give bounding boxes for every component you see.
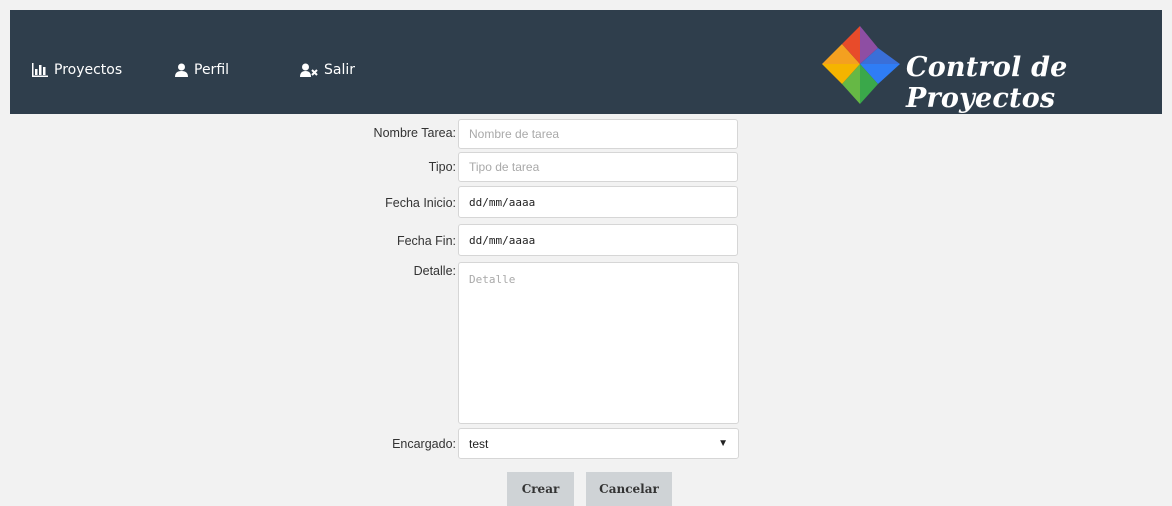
cancelar-button[interactable]: Cancelar bbox=[586, 472, 672, 506]
nombre-tarea-input[interactable]: Nombre de tarea bbox=[458, 119, 738, 149]
fecha-fin-input[interactable]: dd/mm/aaaa bbox=[458, 224, 738, 256]
task-form: Nombre Tarea: Nombre de tarea Tipo: Tipo… bbox=[0, 0, 1172, 506]
encargado-value: test bbox=[469, 436, 489, 451]
fecha-inicio-value: dd/mm/aaaa bbox=[469, 195, 536, 209]
encargado-label: Encargado: bbox=[392, 437, 456, 451]
dropdown-caret-icon: ▼ bbox=[718, 438, 728, 449]
tipo-placeholder: Tipo de tarea bbox=[469, 160, 540, 174]
encargado-select[interactable]: test ▼ bbox=[458, 428, 739, 459]
detalle-textarea[interactable]: Detalle bbox=[458, 262, 739, 424]
tipo-input[interactable]: Tipo de tarea bbox=[458, 152, 738, 182]
detalle-label: Detalle: bbox=[413, 264, 456, 278]
fecha-inicio-input[interactable]: dd/mm/aaaa bbox=[458, 186, 738, 218]
crear-button[interactable]: Crear bbox=[507, 472, 574, 506]
fecha-fin-value: dd/mm/aaaa bbox=[469, 233, 536, 247]
tipo-label: Tipo: bbox=[428, 160, 456, 174]
fecha-inicio-label: Fecha Inicio: bbox=[385, 196, 456, 210]
nombre-tarea-placeholder: Nombre de tarea bbox=[469, 127, 560, 141]
nombre-tarea-label: Nombre Tarea: bbox=[373, 126, 456, 140]
detalle-placeholder: Detalle bbox=[469, 273, 516, 286]
fecha-fin-label: Fecha Fin: bbox=[396, 234, 456, 248]
